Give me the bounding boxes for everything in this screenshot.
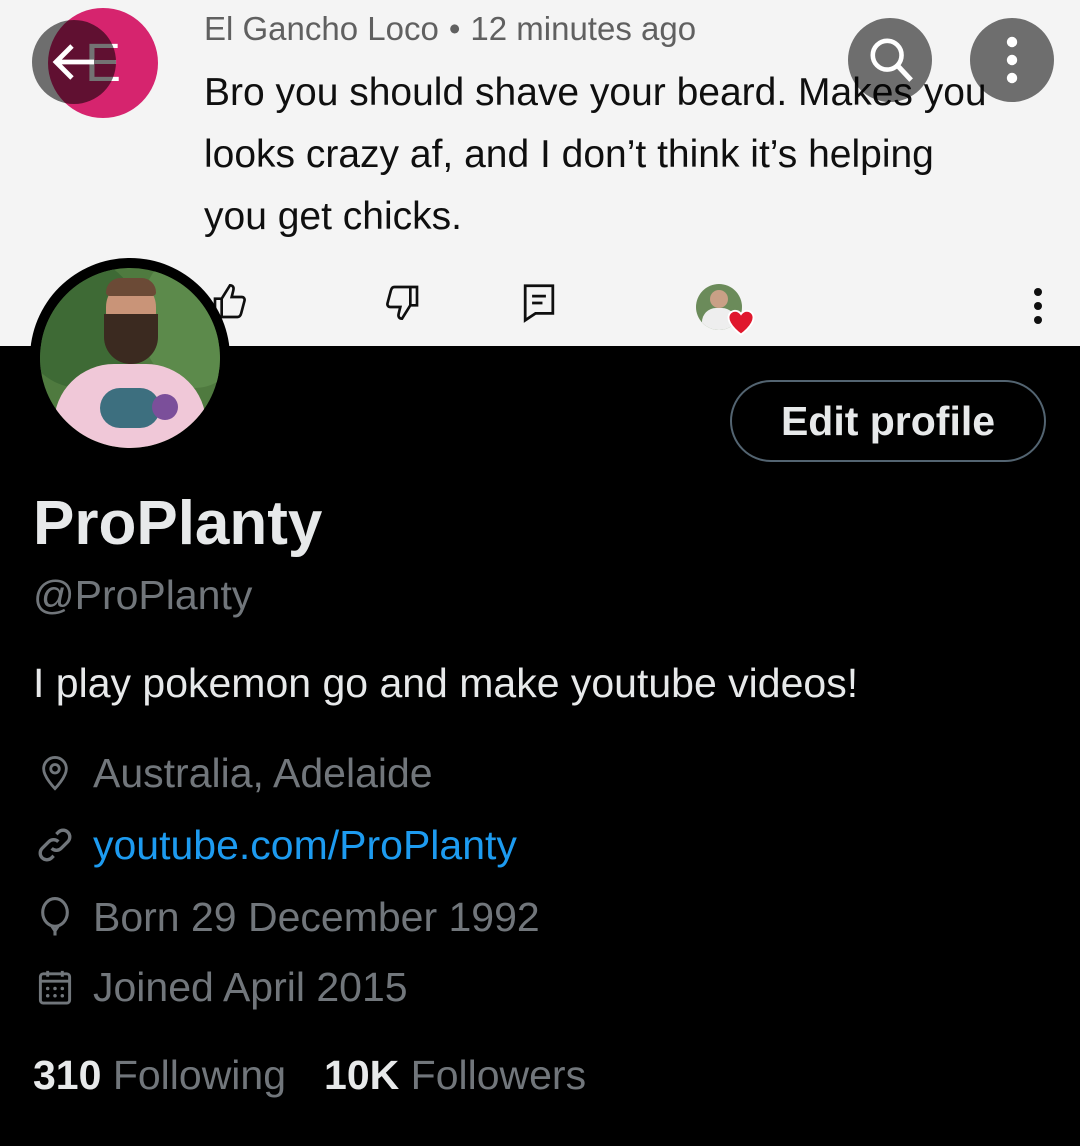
username: @ProPlanty	[33, 572, 253, 618]
calendar-icon	[33, 965, 77, 1009]
edit-profile-button[interactable]: Edit profile	[730, 380, 1046, 462]
search-button[interactable]	[848, 18, 932, 102]
avatar[interactable]	[40, 268, 220, 448]
arrow-left-icon	[52, 44, 94, 80]
search-icon	[870, 38, 913, 82]
followers-label: Followers	[410, 1052, 587, 1098]
following-link[interactable]: 310 Following	[33, 1052, 286, 1098]
more-vertical-icon	[1006, 36, 1018, 84]
link-icon	[33, 823, 77, 867]
more-options-button[interactable]	[970, 18, 1054, 102]
location-row: Australia, Adelaide	[33, 748, 433, 798]
followers-count: 10K	[324, 1052, 400, 1098]
back-button[interactable]	[32, 20, 116, 104]
following-count: 310	[33, 1052, 102, 1098]
birthday-row: Born 29 December 1992	[33, 892, 540, 942]
meta-separator: •	[448, 10, 461, 47]
birthday-text: Born 29 December 1992	[93, 893, 540, 940]
joined-row: Joined April 2015	[33, 962, 408, 1012]
following-label: Following	[112, 1052, 287, 1098]
reply-icon	[520, 282, 558, 329]
heart-icon	[726, 308, 756, 341]
display-name: ProPlanty	[33, 489, 323, 558]
comment-author: El Gancho Loco	[204, 10, 439, 47]
website-link[interactable]: youtube.com/ProPlanty	[93, 822, 517, 869]
comment-more-icon	[1030, 286, 1046, 331]
dislike-icon	[382, 282, 422, 327]
comment-meta: El Gancho Loco • 12 minutes ago	[204, 10, 696, 48]
follow-stats: 310 Following 10K Followers	[33, 1052, 586, 1099]
location-text: Australia, Adelaide	[93, 749, 433, 796]
location-pin-icon	[33, 751, 77, 795]
joined-text: Joined April 2015	[93, 963, 408, 1010]
followers-link[interactable]: 10K Followers	[324, 1052, 586, 1098]
balloon-icon	[33, 895, 77, 939]
website-row: youtube.com/ProPlanty	[33, 820, 517, 870]
bio: I play pokemon go and make youtube video…	[33, 660, 859, 706]
comment-time: 12 minutes ago	[470, 10, 697, 47]
